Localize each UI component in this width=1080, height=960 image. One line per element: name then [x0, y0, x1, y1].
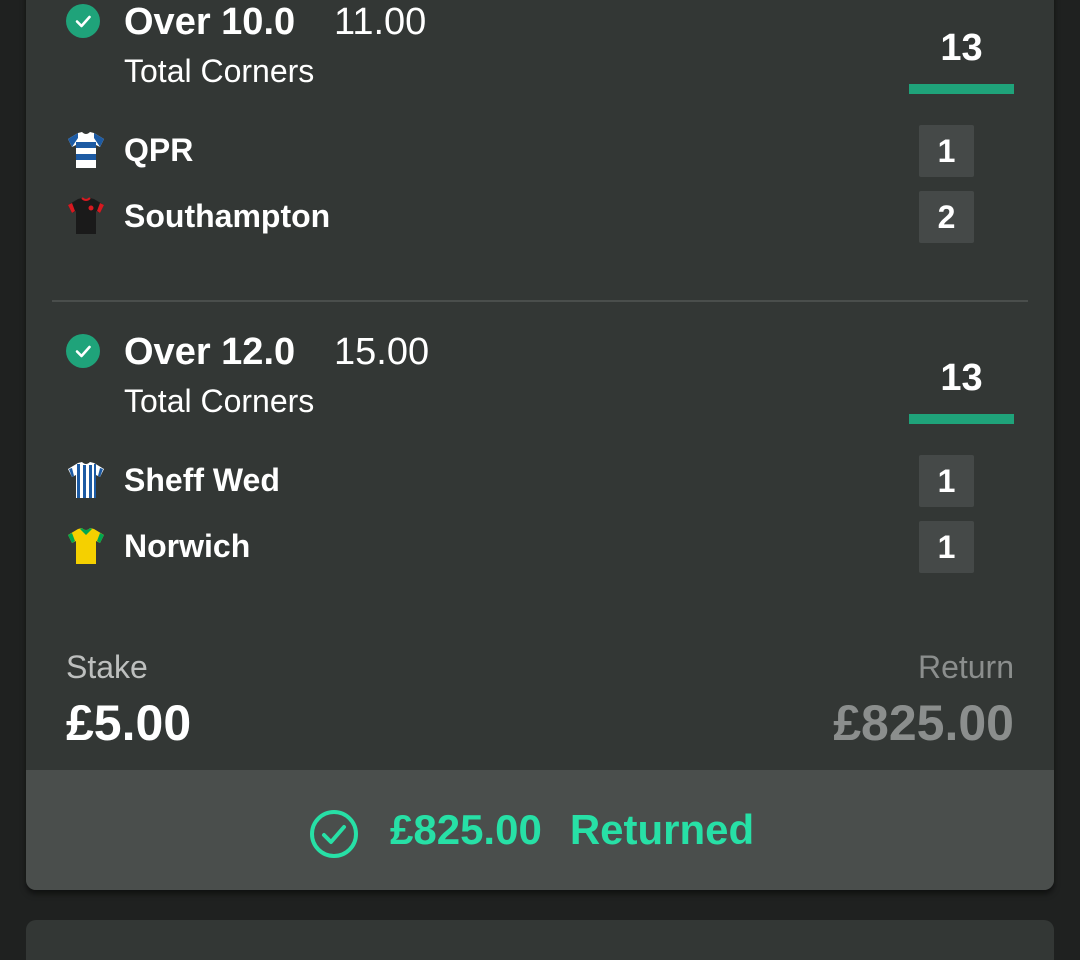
team-name: Southampton [124, 198, 331, 234]
returned-footer: £825.00 Returned [26, 770, 1054, 890]
sheff-wed-shirt-icon [68, 462, 104, 498]
stake-amount: £5.00 [66, 695, 192, 751]
team-score: 2 [919, 191, 974, 243]
returned-label: Returned [569, 806, 755, 853]
team-row: Norwich [66, 520, 966, 572]
corners-total: 13 [940, 27, 983, 69]
selection-name: Over 10.0 [124, 1, 296, 43]
returned-status: £825.00 Returned [308, 800, 754, 860]
team-name: Sheff Wed [124, 462, 280, 498]
stake-label: Stake [66, 649, 148, 685]
return-label: Return [917, 649, 1014, 685]
market-name: Total Corners [124, 383, 315, 419]
won-check-icon [66, 334, 100, 368]
norwich-shirt-icon [68, 528, 104, 564]
selection-odds: 15.00 [334, 331, 430, 373]
selection-name: Over 12.0 [124, 331, 296, 373]
team-score: 1 [919, 455, 974, 507]
return-amount: £825.00 [833, 695, 1014, 751]
selection-divider [52, 300, 1028, 302]
team-row: Southampton [66, 190, 966, 242]
team-name: QPR [124, 132, 194, 168]
market-name: Total Corners [124, 53, 315, 89]
bet-card: Over 10.0 11.00 Total Corners 13 QPR 1 S… [26, 0, 1054, 890]
selection-odds: 11.00 [334, 1, 427, 43]
check-circle-icon [310, 810, 358, 858]
total-progress-bar [909, 84, 1014, 94]
won-check-icon [66, 4, 100, 38]
qpr-shirt-icon [68, 132, 104, 168]
team-row: Sheff Wed [66, 454, 966, 506]
next-bet-card[interactable] [26, 920, 1054, 960]
total-progress-bar [909, 414, 1014, 424]
team-row: QPR [66, 124, 966, 176]
corners-total: 13 [940, 357, 983, 399]
team-name: Norwich [124, 528, 251, 564]
returned-amount: £825.00 [390, 806, 542, 853]
team-score: 1 [919, 521, 974, 573]
southampton-shirt-icon [68, 197, 104, 234]
team-score: 1 [919, 125, 974, 177]
